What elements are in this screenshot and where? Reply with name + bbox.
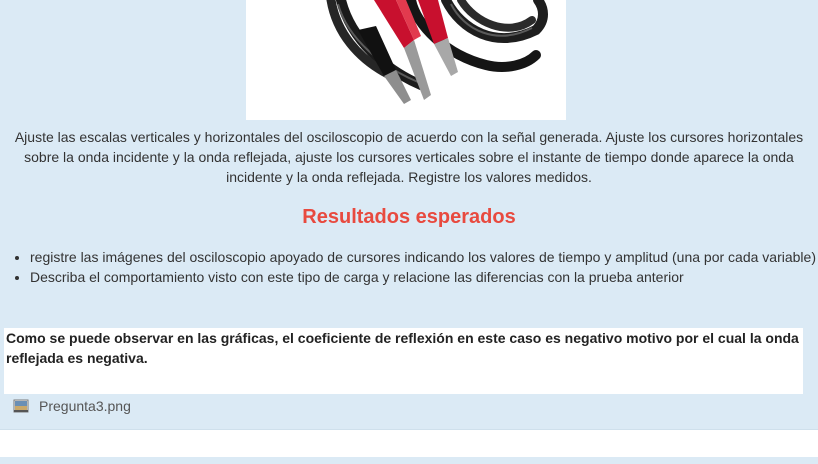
cable-image bbox=[246, 0, 566, 120]
attachment-filename[interactable]: Pregunta3.png bbox=[39, 398, 131, 414]
instruction-text: Ajuste las escalas verticales y horizont… bbox=[14, 129, 804, 185]
answer-text: Como se puede observar en las gráficas, … bbox=[6, 330, 799, 366]
alligator-cable-picture bbox=[246, 0, 566, 120]
answer-box: Como se puede observar en las gráficas, … bbox=[4, 328, 803, 394]
footer-band bbox=[0, 429, 818, 457]
image-file-icon bbox=[13, 398, 29, 414]
page: Ajuste las escalas verticales y horizont… bbox=[0, 0, 818, 464]
section-heading: Resultados esperados bbox=[302, 206, 516, 228]
expected-results-list: registre las imágenes del osciloscopio a… bbox=[0, 247, 818, 287]
list-item: Describa el comportamiento visto con est… bbox=[30, 267, 818, 287]
list-item: registre las imágenes del osciloscopio a… bbox=[30, 247, 818, 267]
attachment-link[interactable]: Pregunta3.png bbox=[13, 396, 131, 416]
